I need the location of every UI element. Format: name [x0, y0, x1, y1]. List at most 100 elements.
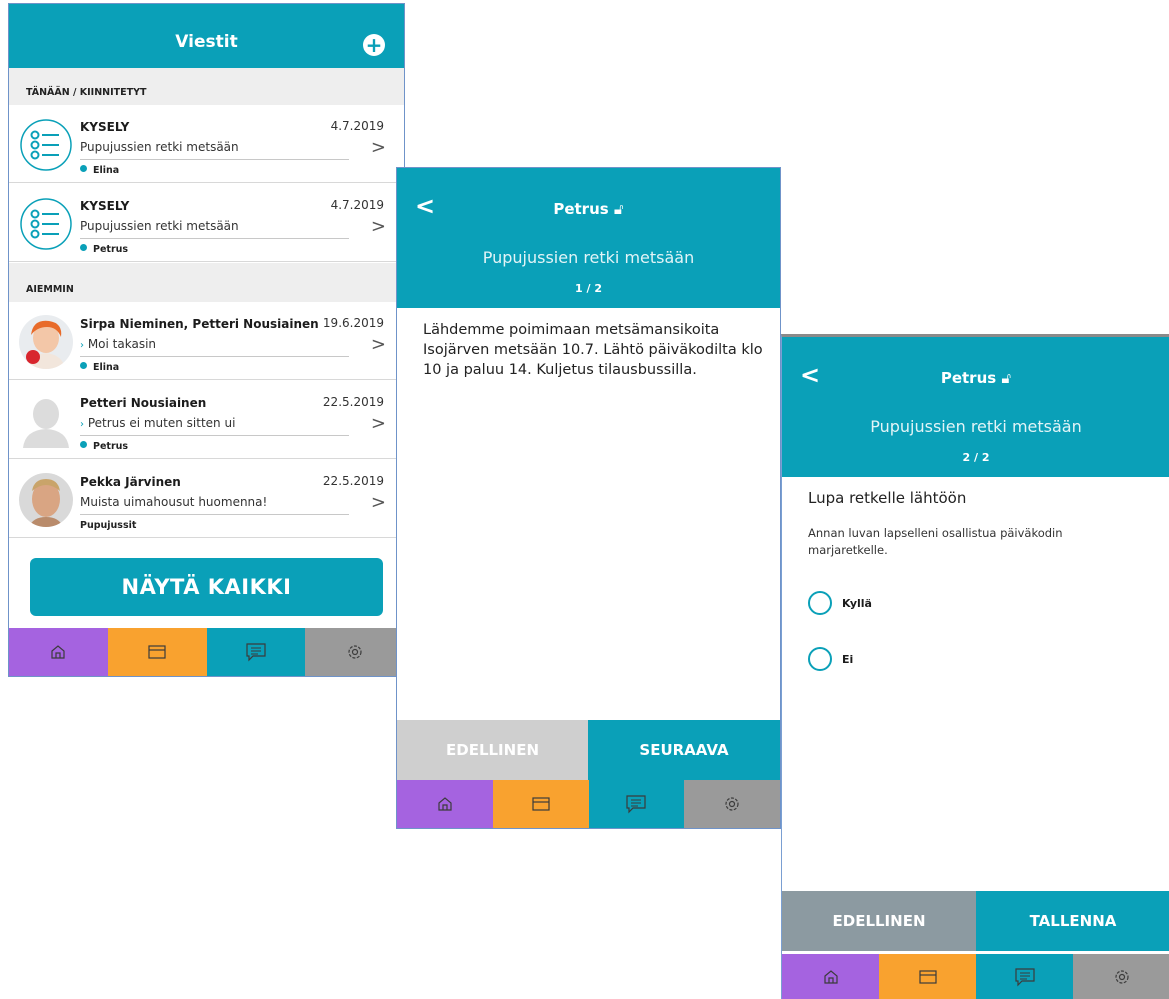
message-subject: › Moi takasin [80, 337, 156, 351]
plus-icon: + [365, 33, 383, 57]
status-dot-icon [80, 244, 87, 251]
child-name: Petrus [93, 441, 129, 452]
child-tag: Petrus [80, 441, 128, 452]
child-name: Petrus [93, 244, 129, 255]
tab-settings[interactable] [1073, 954, 1169, 999]
settings-icon [1114, 969, 1129, 984]
survey-screen-page-1: < Petrus 🔓︎ Pupujussien retki metsään 1 … [397, 168, 780, 828]
settings-icon [725, 797, 739, 811]
avatar [19, 315, 73, 369]
radio-option-no[interactable]: Ei [808, 647, 853, 671]
survey-body-text: Lähdemme poimimaan metsämansikoita Isojä… [423, 322, 763, 378]
survey-icon [19, 197, 73, 251]
message-date: 19.6.2019 [322, 316, 384, 330]
section-header-earlier: AIEMMIN [9, 263, 404, 302]
tab-messages[interactable] [206, 628, 306, 676]
status-dot-icon [80, 441, 87, 448]
tab-messages[interactable] [976, 954, 1073, 999]
tab-home[interactable] [9, 628, 108, 676]
status-dot-icon [80, 165, 87, 172]
divider [80, 159, 349, 160]
calendar-icon [148, 645, 166, 659]
lock-icon: 🔓︎ [1001, 369, 1012, 387]
message-date: 4.7.2019 [330, 119, 384, 133]
sender-name: KYSELY [80, 199, 130, 213]
divider [80, 435, 349, 436]
messages-icon [626, 795, 646, 814]
child-tag: Petrus [80, 244, 128, 255]
show-all-button[interactable]: NÄYTÄ KAIKKI [30, 558, 383, 616]
home-icon [823, 969, 838, 984]
sender-name: Sirpa Nieminen, Petteri Nousiainen [80, 317, 319, 331]
message-subject: › Petrus ei muten sitten ui [80, 416, 235, 430]
chevron-right-icon: > [370, 137, 386, 158]
child-tag: Elina [80, 165, 119, 176]
child-name: Elina [93, 165, 120, 176]
chevron-right-icon: > [370, 413, 386, 434]
tab-home[interactable] [782, 954, 879, 999]
messages-header: Viestit + [9, 4, 404, 68]
tab-settings[interactable] [684, 780, 780, 828]
message-subject: Pupujussien retki metsään [80, 219, 239, 233]
child-name: Elina [93, 362, 120, 373]
sender-name: Pekka Järvinen [80, 475, 181, 489]
message-row[interactable]: Petteri Nousiainen 22.5.2019 › Petrus ei… [9, 381, 404, 459]
child-name: Petrus [940, 369, 997, 387]
messages-screen: Viestit + TÄNÄÄN / KIINNITETYT KYSELY 4.… [9, 4, 404, 676]
add-message-button[interactable]: + [363, 34, 385, 56]
tab-settings[interactable] [305, 628, 404, 676]
survey-title: Pupujussien retki metsään [482, 248, 695, 267]
save-button[interactable]: TALLENNA [976, 891, 1169, 951]
message-row[interactable]: Pekka Järvinen 22.5.2019 Muista uimahous… [9, 460, 404, 538]
message-date: 22.5.2019 [322, 395, 384, 409]
divider [80, 238, 349, 239]
tab-messages[interactable] [588, 780, 685, 828]
placeholder-person-icon [19, 394, 73, 448]
message-subject: Muista uimahousut huomenna! [80, 495, 268, 509]
radio-button[interactable] [808, 647, 832, 671]
tab-calendar[interactable] [107, 628, 207, 676]
question-description: Annan luvan lapselleni osallistua päiväk… [808, 526, 1063, 557]
radio-label: Ei [842, 652, 854, 666]
previous-button[interactable]: EDELLINEN [397, 720, 588, 780]
avatar [19, 473, 73, 527]
message-subject: Pupujussien retki metsään [80, 140, 239, 154]
page-title: Viestit [175, 32, 238, 52]
message-date: 4.7.2019 [330, 198, 384, 212]
survey-child-title: Petrus 🔓︎ [397, 200, 780, 218]
question-title: Lupa retkelle lähtöön [808, 489, 967, 507]
page-indicator: 1 / 2 [575, 282, 602, 295]
lock-icon: 🔓︎ [613, 200, 624, 218]
message-row[interactable]: KYSELY 4.7.2019 Pupujussien retki metsää… [9, 184, 404, 262]
survey-header: < Petrus 🔓︎ Pupujussien retki metsään 1 … [397, 168, 780, 308]
survey-icon [19, 118, 73, 172]
survey-screen-page-2: < Petrus 🔓︎ Pupujussien retki metsään 2 … [781, 334, 1169, 999]
divider [80, 356, 349, 357]
previous-button[interactable]: EDELLINEN [782, 891, 976, 951]
page-indicator: 2 / 2 [962, 451, 990, 464]
bottom-tab-bar [782, 954, 1169, 999]
messages-icon [246, 643, 266, 662]
radio-option-yes[interactable]: Kyllä [808, 591, 872, 615]
messages-icon [1014, 967, 1035, 986]
subject-text: Petrus ei muten sitten ui [87, 416, 236, 430]
calendar-icon [918, 969, 937, 984]
radio-button[interactable] [808, 591, 832, 615]
home-icon [438, 797, 452, 811]
settings-icon [348, 645, 362, 659]
section-header-today: TÄNÄÄN / KIINNITETYT [9, 68, 404, 105]
next-button[interactable]: SEURAAVA [588, 720, 780, 780]
message-row[interactable]: KYSELY 4.7.2019 Pupujussien retki metsää… [9, 105, 404, 183]
tab-home[interactable] [397, 780, 493, 828]
chevron-right-icon: > [370, 216, 386, 237]
bottom-tab-bar [9, 628, 404, 676]
sender-name: Petteri Nousiainen [80, 396, 207, 410]
survey-title: Pupujussien retki metsään [870, 417, 1082, 436]
survey-header: < Petrus 🔓︎ Pupujussien retki metsään 2 … [782, 337, 1169, 477]
message-row[interactable]: Sirpa Nieminen, Petteri Nousiainen 19.6.… [9, 302, 404, 380]
radio-label: Kyllä [842, 596, 872, 610]
tab-calendar[interactable] [492, 780, 589, 828]
calendar-icon [532, 797, 550, 811]
tab-calendar[interactable] [879, 954, 976, 999]
child-name: Petrus [553, 200, 609, 218]
